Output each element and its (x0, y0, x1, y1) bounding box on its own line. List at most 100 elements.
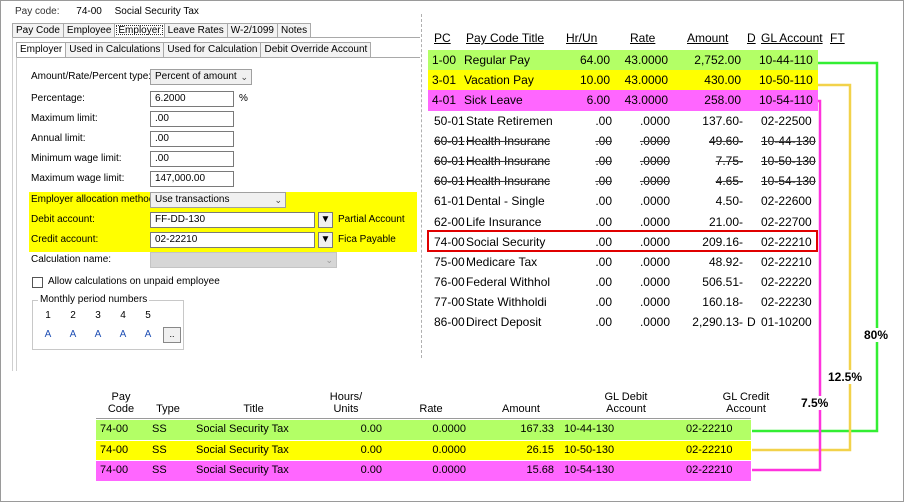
debit-account-input[interactable]: FF-DD-130 (150, 212, 315, 228)
pay-table-row[interactable]: 4-01 Sick Leave 6.00 43.0000 258.00 10-54-110 (428, 90, 818, 111)
cell-gl-account: 02-22500 (761, 113, 812, 128)
cell-pay-code: 74-00 (100, 464, 129, 476)
cell-title: Sick Leave (464, 93, 523, 108)
tab-pay-code[interactable]: Pay Code (12, 23, 64, 37)
tab-leave-rates[interactable]: Leave Rates (163, 23, 228, 37)
col-hours-units: Hours/ Units (329, 391, 363, 415)
col-amount: Amount (502, 403, 540, 415)
pay-table-row[interactable]: 50-01 State Retiremen .00 .0000 137.60- 02-22… (430, 111, 818, 131)
cell-rate: .0000 (639, 295, 670, 310)
period-value[interactable]: A (116, 329, 130, 341)
pay-table-row[interactable]: 1-00 Regular Pay 64.00 43.0000 2,752.00 10-44… (428, 50, 818, 71)
tab-employee[interactable]: Employee (62, 23, 116, 37)
cell-hours-units: 0.00 (360, 423, 382, 435)
pay-table-row[interactable]: 77-00 State Withholdi .00 .0000 160.18- 02-22… (430, 292, 818, 312)
cell-title: Health Insuranc (466, 174, 551, 189)
annual-limit-input[interactable]: .00 (150, 131, 234, 147)
cell-title: Medicare Tax (466, 254, 538, 269)
chevron-down-icon: ⌄ (240, 72, 248, 82)
col-amount: Amount (687, 31, 729, 45)
cell-gl-account: 10-50-130 (761, 153, 816, 168)
debit-account-dropdown-button[interactable]: ▼ (318, 212, 333, 228)
cell-pc: 50-01 (434, 113, 465, 128)
cell-amount: 430.00 (704, 73, 741, 88)
credit-account-label: Credit account: (31, 234, 99, 245)
subtab-used-in-calculations[interactable]: Used in Calculations (65, 42, 165, 57)
pay-code-desc: Social Security Tax (114, 6, 199, 17)
chevron-down-icon: ⌄ (325, 255, 333, 265)
cell-title: Federal Withhol (466, 275, 551, 290)
cell-hr-un: .00 (595, 174, 612, 189)
pay-table-row[interactable]: 61-01 Dental - Single .00 .0000 4.50- 02-2260… (430, 191, 818, 211)
distribution-row[interactable]: 74-00 SS Social Security Tax 0.00 0.0000 26.1… (96, 440, 751, 460)
cell-title: State Retiremen (466, 113, 553, 128)
cell-hr-un: .00 (595, 275, 612, 290)
pay-table-row[interactable]: 60-01 Health Insuranc .00 .0000 7.75- 10-50-1… (430, 151, 818, 171)
cell-gl-credit: 02-22210 (686, 423, 733, 435)
distribution-row[interactable]: 74-00 SS Social Security Tax 0.00 0.0000 15.6… (96, 461, 751, 481)
more-periods-button[interactable]: .. (163, 327, 181, 343)
cell-gl-debit: 10-50-130 (564, 443, 615, 456)
cell-gl-account: 10-44-110 (759, 53, 813, 67)
pay-table-row[interactable]: 60-01 Health Insuranc .00 .0000 49.60- 10-44-… (430, 131, 818, 151)
period-value[interactable]: A (91, 329, 105, 341)
pay-table-header: PC Pay Code Title Hr/Un Rate Amount D GL… (430, 28, 845, 50)
col-pay-code: Pay Code (107, 391, 135, 415)
alloc-method-select[interactable]: Use transactions ⌄ (150, 192, 286, 208)
cell-pc: 77-00 (434, 295, 465, 310)
amount-type-select[interactable]: Percent of amount ⌄ (150, 69, 252, 85)
cell-amount: 4.50- (715, 194, 743, 209)
pay-table-row[interactable]: 86-00 Direct Deposit .00 .0000 2,290.13- D 01-… (430, 312, 818, 332)
pay-table-row[interactable]: 62-00 Life Insurance .00 .0000 21.00- 02-2270… (430, 212, 818, 232)
cell-rate: .0000 (639, 113, 670, 128)
max-limit-input[interactable]: .00 (150, 111, 234, 127)
tab-employer[interactable]: Employer (114, 23, 165, 37)
cell-pc: 3-01 (432, 73, 457, 88)
pay-table-row[interactable]: 76-00 Federal Withhol .00 .0000 506.51- 02-22… (430, 272, 818, 292)
credit-account-dropdown-button[interactable]: ▼ (318, 232, 333, 248)
section-divider (421, 14, 422, 358)
tab-notes[interactable]: Notes (276, 23, 312, 37)
max-wage-input[interactable]: 147,000.00 (150, 171, 234, 187)
max-wage-label: Maximum wage limit: (31, 173, 125, 184)
amount-type-value: Percent of amount (155, 71, 237, 82)
allocation-7-5-label: 7.5% (799, 396, 831, 410)
cell-gl-account: 02-22700 (761, 214, 812, 229)
pay-table-row[interactable]: 60-01 Health Insuranc .00 .0000 4.65- 10-54-1… (430, 171, 818, 191)
cell-gl-account: 10-54-130 (761, 174, 816, 189)
cell-hr-un: 6.00 (586, 93, 610, 108)
cell-gl-debit: 10-54-130 (564, 464, 615, 476)
pay-table-row[interactable]: 75-00 Medicare Tax .00 .0000 48.92- 02-22210 (430, 252, 818, 272)
cell-hr-un: .00 (595, 254, 612, 269)
allow-calc-checkbox[interactable] (32, 277, 43, 288)
distribution-row[interactable]: 74-00 SS Social Security Tax 0.00 0.0000 167.… (96, 420, 751, 440)
cell-rate: .0000 (639, 214, 670, 229)
cell-title: Direct Deposit (466, 315, 542, 330)
tab-w2-1099[interactable]: W-2/1099 (226, 23, 278, 37)
cell-gl-account: 01-10200 (761, 315, 812, 330)
subtab-employer[interactable]: Employer (16, 42, 67, 57)
pay-table-row[interactable]: 3-01 Vacation Pay 10.00 43.0000 430.00 10-50-… (428, 70, 818, 91)
min-wage-input[interactable]: .00 (150, 151, 234, 167)
period-value[interactable]: A (141, 329, 155, 341)
cell-d: D (747, 315, 756, 330)
cell-pc: 62-00 (434, 214, 465, 229)
cell-title: Health Insuranc (466, 153, 551, 168)
period-value[interactable]: A (41, 329, 55, 341)
cell-amount: 160.18- (702, 295, 743, 310)
period-value[interactable]: A (66, 329, 80, 341)
cell-title: Social Security Tax (196, 443, 289, 456)
calc-name-select[interactable]: ⌄ (150, 252, 337, 268)
subtab-debit-override-account[interactable]: Debit Override Account (260, 42, 372, 57)
period-number: 3 (95, 310, 101, 321)
percentage-input[interactable]: 6.2000 (150, 91, 234, 107)
cell-gl-credit: 02-22210 (686, 464, 733, 476)
col-d: D (747, 31, 756, 45)
col-gl-account: GL Account (761, 31, 823, 45)
alloc-method-value: Use transactions (155, 194, 230, 205)
cell-type: SS (152, 464, 167, 476)
cell-hr-un: .00 (595, 194, 612, 209)
credit-account-input[interactable]: 02-22210 (150, 232, 315, 248)
subtab-used-for-calculation[interactable]: Used for Calculation (163, 42, 262, 57)
col-type: Type (156, 403, 180, 415)
